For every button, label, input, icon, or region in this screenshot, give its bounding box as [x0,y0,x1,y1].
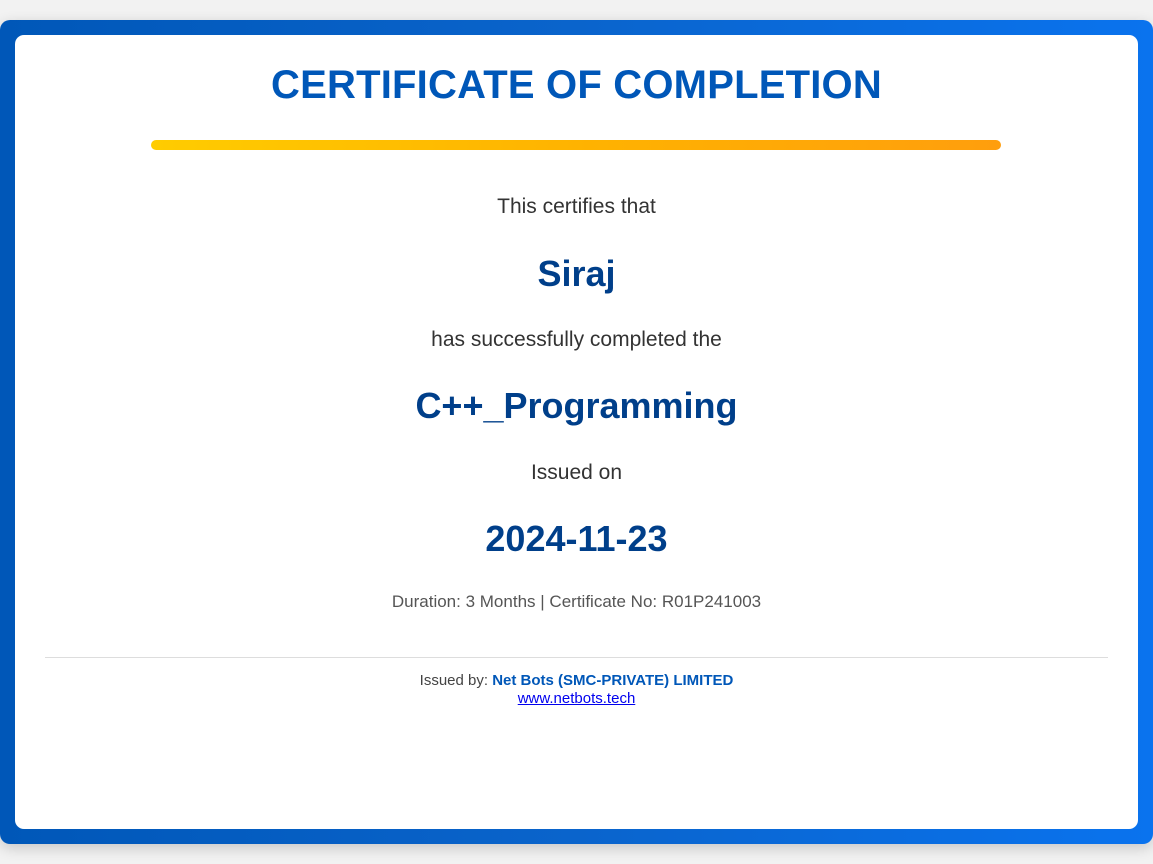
certificate-footer: Issued by: Net Bots (SMC-PRIVATE) LIMITE… [15,672,1138,708]
certificate-frame: CERTIFICATE OF COMPLETION This certifies… [0,20,1153,844]
completed-text: has successfully completed the [431,328,722,351]
issuer-name: Net Bots (SMC-PRIVATE) LIMITED [492,672,734,689]
certifies-text: This certifies that [497,195,656,218]
duration-value: 3 Months [465,592,536,611]
website-link[interactable]: www.netbots.tech [518,690,636,707]
certificate-meta: Duration: 3 Months | Certificate No: R01… [15,592,1138,612]
certificate-no-label: Certificate No: [549,592,658,611]
meta-separator: | [540,592,545,611]
title-accent-bar [151,140,1001,150]
course-name: C++_Programming [415,385,738,426]
issued-on-label: Issued on [530,461,623,484]
certificate-card: CERTIFICATE OF COMPLETION This certifies… [15,35,1138,829]
issuer-line: Issued by: Net Bots (SMC-PRIVATE) LIMITE… [15,672,1138,690]
certificate-no-value: R01P241003 [661,592,762,611]
recipient-name: Siraj [537,253,616,294]
footer-divider [45,657,1108,658]
issue-date: 2024-11-23 [485,518,668,559]
issued-by-label: Issued by: [419,672,489,689]
duration-label: Duration: [391,592,461,611]
certificate-title: CERTIFICATE OF COMPLETION [271,63,882,107]
